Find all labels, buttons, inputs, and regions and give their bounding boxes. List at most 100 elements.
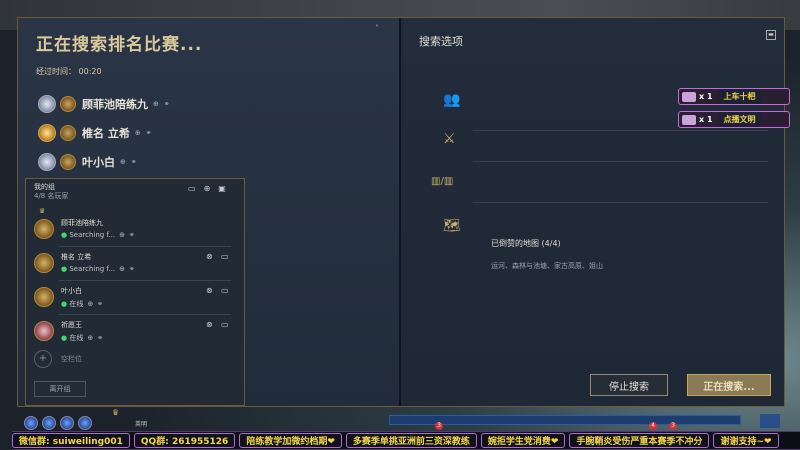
banned-maps-list: 运河、森林与池塘、家古高原、姐山 (491, 262, 603, 270)
gift-icon (682, 114, 696, 125)
leave-group-button[interactable]: 离开组 (34, 381, 86, 397)
gift-count: x 1 (699, 92, 713, 101)
member-status: ● 在线 ⊕ ⚭ (61, 299, 103, 309)
status-dot-icon: ● (61, 231, 68, 239)
stop-search-button[interactable]: 停止搜索 (590, 374, 668, 396)
kick-member-icon[interactable]: ⊗ (206, 286, 213, 295)
avatar (60, 96, 76, 112)
minimize-icon[interactable]: ▬ (766, 30, 776, 40)
gift-overlay-1: x 1 上车十杷 (678, 88, 790, 105)
mode-icon: ▥/▥ (431, 176, 454, 187)
elapsed-label: 经过时间： (36, 67, 76, 76)
member-name: 顾菲池陪练九 (61, 219, 103, 227)
message-member-icon[interactable]: ▭ (221, 286, 229, 295)
member-status-text: 在线 (69, 334, 84, 342)
member-status-text: Searching f... (69, 231, 116, 239)
globe-icon: ⊕ (119, 231, 125, 239)
group-toolbar: ▭ ⊕ ▣ (188, 184, 226, 193)
avatar (34, 253, 54, 273)
ticker-item: 谢谢支持~❤ (713, 433, 779, 448)
elapsed-value: 00:20 (78, 67, 102, 76)
player-name: 椎名 立希 (82, 127, 130, 140)
empty-slot-label: 空栏位 (61, 355, 82, 363)
link-icon: ⚭ (128, 265, 135, 273)
link-icon: ⚭ (128, 231, 135, 239)
gift-overlay-2: x 1 点播文明 (678, 111, 790, 128)
ticker-item: 婉拒学生党消费❤ (480, 433, 566, 448)
options-title: 搜索选项 (419, 35, 463, 48)
bottom-right-button[interactable] (760, 414, 780, 428)
search-dialog: 正在搜索排名比赛... ˄ 经过时间： 00:20 顾菲池陪练九 ⊕ ⚭ 椎名 … (17, 17, 785, 407)
notification-badge: 3 (669, 422, 677, 430)
player-name: 叶小白 (82, 156, 115, 169)
rank-badge-icon (38, 95, 56, 113)
chat-icon[interactable]: ▭ (188, 184, 196, 193)
divider (59, 280, 231, 281)
gift-label: 上车十杷 (718, 89, 761, 104)
divider (59, 314, 231, 315)
player-name: 顾菲池陪练九 (82, 98, 148, 111)
ticker-item: QQ群: 261955126 (133, 433, 236, 448)
status-dot-icon: ● (61, 265, 68, 273)
queue-player-row: 顾菲池陪练九 ⊕ ⚭ (38, 92, 170, 116)
globe-icon: ⊕ (87, 334, 94, 342)
kick-member-icon[interactable]: ⊗ (206, 320, 213, 329)
group-player-count: 4/8 名玩家 (34, 192, 69, 200)
notification-badge: 3 (435, 422, 443, 430)
ticker-item: 陪练教学加微约档期❤ (239, 433, 342, 448)
member-name: 叶小白 (61, 287, 82, 295)
globe-icon: ⊕ (87, 300, 94, 308)
message-member-icon[interactable]: ▭ (221, 320, 229, 329)
link-icon: ⚭ (145, 129, 152, 137)
searching-button[interactable]: 正在搜索... (687, 374, 771, 396)
avatar (24, 416, 38, 430)
group-member-row[interactable]: 椎名 立希 ● Searching f... ⊕ ⚭ ⊗ ▭ (26, 249, 236, 282)
kick-member-icon[interactable]: ⊗ (206, 252, 213, 261)
globe-icon: ⊕ (153, 100, 159, 108)
link-icon: ⚭ (97, 300, 104, 308)
avatar (60, 154, 76, 170)
ticker-item: 微信群: suiweiling001 (12, 433, 130, 448)
avatar (42, 416, 56, 430)
avatar (60, 125, 76, 141)
banned-maps-label: 已倒赞的地图 (4/4) (491, 239, 561, 248)
group-member-row[interactable]: 叶小白 ● 在线 ⊕ ⚭ ⊗ ▭ (26, 283, 236, 316)
gift-icon (682, 91, 696, 102)
add-player-icon[interactable]: ⊕ (204, 184, 211, 193)
minimize-icon[interactable]: ▣ (218, 184, 226, 193)
queue-player-row: 椎名 立希 ⊕ ⚭ (38, 121, 152, 145)
message-member-icon[interactable]: ▭ (221, 252, 229, 261)
elapsed-time: 经过时间： 00:20 (36, 66, 102, 77)
game-bottom-bar: ♛ 英明 3 4 3 (20, 408, 780, 430)
group-member-row[interactable]: 顾菲池陪练九 ● Searching f... ⊕ ⚭ (26, 215, 236, 248)
avatar (78, 416, 92, 430)
notification-badge: 4 (649, 422, 657, 430)
empty-slot[interactable]: + 空栏位 (34, 350, 82, 368)
group-member-row[interactable]: 祈愿王 ● 在线 ⊕ ⚭ ⊗ ▭ (26, 317, 236, 350)
search-options-panel: 搜索选项 ▬ 👥 ⚔ ▥/▥ 🗺 已倒赞的地图 (4/4) 运河、森林与池塘、家… (403, 18, 784, 406)
divider (473, 130, 768, 131)
team-icon: 👥 (443, 92, 461, 108)
bottom-player-name: 英明 (135, 421, 148, 428)
crown-icon: ♛ (39, 207, 46, 215)
rank-badge-icon (38, 153, 56, 171)
globe-icon: ⊕ (134, 129, 141, 137)
status-dot-icon: ● (61, 334, 68, 342)
gift-label: 点播文明 (718, 112, 761, 127)
member-status-text: 在线 (69, 300, 84, 308)
divider (59, 246, 231, 247)
avatar (34, 287, 54, 307)
ticker-item: 手腕鞘炎受伤严重本赛季不冲分 (569, 433, 710, 448)
my-group-panel: 我的组 4/8 名玩家 ▭ ⊕ ▣ ♛ 顾菲池陪练九 ● Searching f… (25, 178, 245, 406)
globe-icon: ⊕ (119, 265, 125, 273)
avatar (34, 321, 54, 341)
crown-icon: ♛ (112, 408, 120, 417)
member-status: ● 在线 ⊕ ⚭ (61, 333, 103, 343)
map-icon: 🗺 (443, 218, 461, 234)
link-icon: ⚭ (163, 100, 170, 108)
member-status: ● Searching f... ⊕ ⚭ (61, 265, 135, 273)
link-icon: ⚭ (97, 334, 104, 342)
collapse-caret-icon[interactable]: ˄ (375, 24, 379, 33)
member-name: 祈愿王 (61, 321, 82, 329)
member-name: 椎名 立希 (61, 253, 92, 261)
